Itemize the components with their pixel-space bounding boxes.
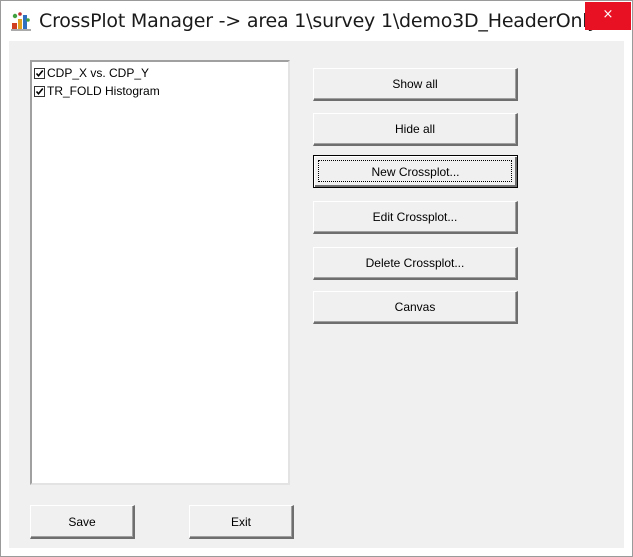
- canvas-button[interactable]: Canvas: [313, 291, 518, 324]
- check-icon: [35, 69, 44, 77]
- show-all-button[interactable]: Show all: [313, 68, 518, 101]
- list-item[interactable]: TR_FOLD Histogram: [34, 82, 160, 100]
- new-crossplot-button[interactable]: New Crossplot...: [313, 155, 518, 188]
- edit-crossplot-button[interactable]: Edit Crossplot...: [313, 201, 518, 234]
- check-icon: [35, 87, 44, 95]
- list-item[interactable]: CDP_X vs. CDP_Y: [34, 64, 149, 82]
- hide-all-button[interactable]: Hide all: [313, 113, 518, 146]
- checkbox[interactable]: [34, 85, 45, 97]
- list-item-label: CDP_X vs. CDP_Y: [47, 66, 150, 80]
- crossplot-manager-window: CrossPlot Manager -> area 1\survey 1\dem…: [0, 0, 633, 557]
- save-button[interactable]: Save: [30, 505, 135, 539]
- focus-ring: [318, 160, 512, 182]
- checkbox[interactable]: [34, 67, 45, 79]
- crossplot-list[interactable]: CDP_X vs. CDP_Y TR_FOLD Histogram: [30, 60, 290, 485]
- list-item-label: TR_FOLD Histogram: [47, 84, 160, 98]
- crossplot-app-icon: [11, 11, 31, 31]
- close-icon: ×: [602, 7, 614, 22]
- window-title: CrossPlot Manager -> area 1\survey 1\dem…: [39, 10, 599, 32]
- exit-button[interactable]: Exit: [189, 505, 294, 539]
- delete-crossplot-button[interactable]: Delete Crossplot...: [313, 247, 518, 280]
- close-button[interactable]: ×: [585, 2, 631, 30]
- title-bar[interactable]: CrossPlot Manager -> area 1\survey 1\dem…: [1, 1, 632, 41]
- dialog-client-area: CDP_X vs. CDP_Y TR_FOLD Histogram Show a…: [9, 41, 624, 548]
